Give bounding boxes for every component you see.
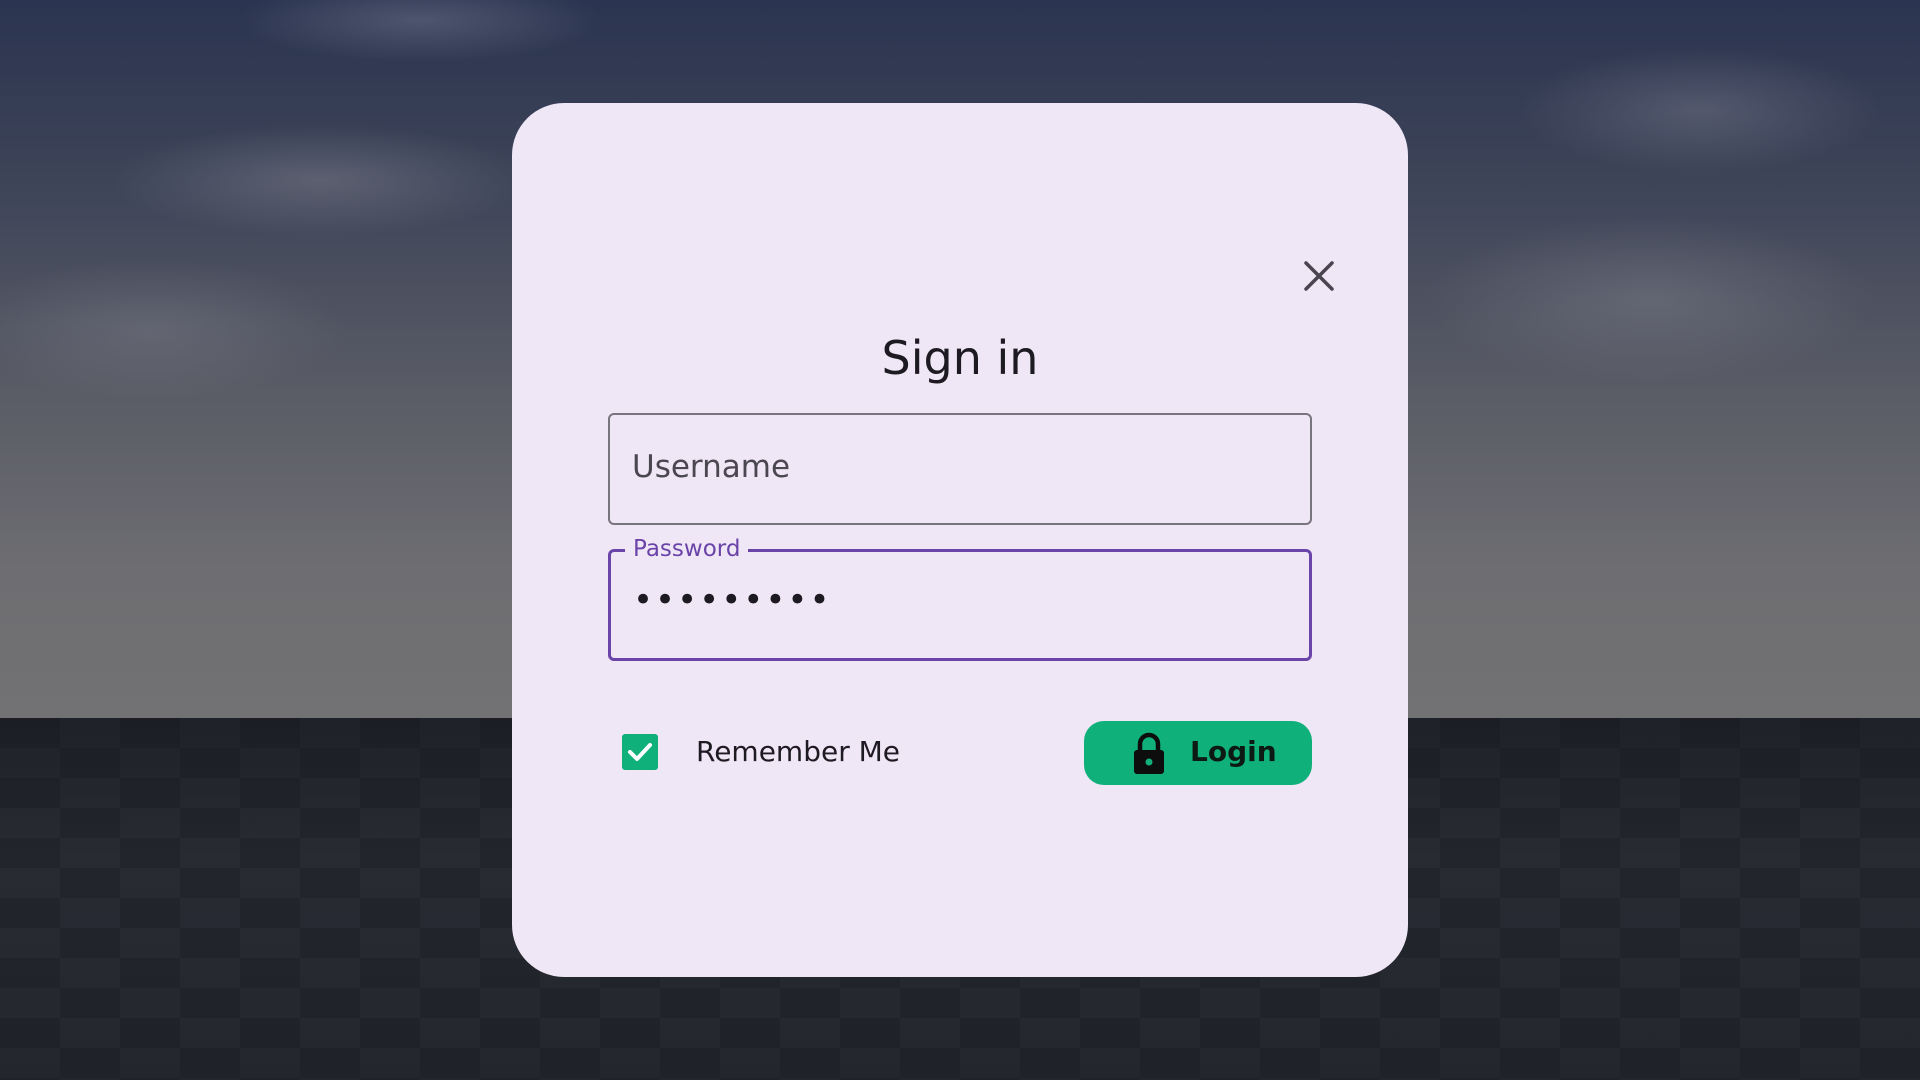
background-scene: Sign in Username Password ••••••••• Reme…: [0, 0, 1920, 1080]
remember-me-label[interactable]: Remember Me: [696, 735, 900, 768]
sign-in-dialog: Sign in Username Password ••••••••• Reme…: [512, 103, 1408, 977]
login-button-label: Login: [1190, 735, 1277, 768]
username-placeholder: Username: [632, 449, 791, 485]
close-icon: [1304, 261, 1334, 291]
password-value: •••••••••: [633, 580, 832, 620]
password-label: Password: [625, 536, 749, 562]
login-button[interactable]: Login: [1084, 721, 1312, 785]
remember-me-checkbox[interactable]: [622, 734, 658, 770]
lock-icon: [1132, 731, 1166, 775]
dialog-title: Sign in: [881, 331, 1039, 385]
checkmark-icon: [628, 743, 652, 761]
close-button[interactable]: [1298, 255, 1340, 297]
username-field[interactable]: Username: [608, 413, 1312, 525]
password-field[interactable]: Password •••••••••: [608, 536, 1312, 661]
